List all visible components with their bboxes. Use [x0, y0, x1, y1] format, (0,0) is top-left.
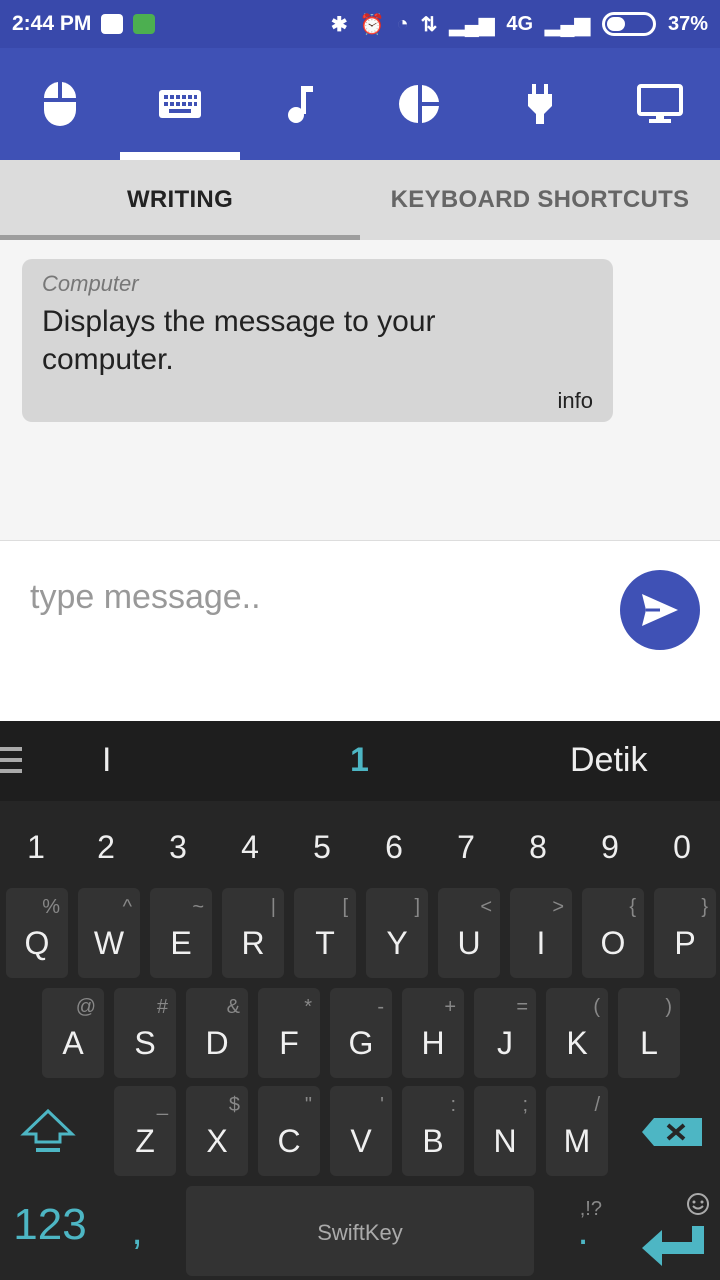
battery-percent: 37% [667, 12, 708, 35]
monitor-icon [637, 84, 683, 123]
key-x[interactable]: $ X [186, 1086, 248, 1176]
key-j[interactable]: = J [474, 988, 536, 1078]
key-1[interactable]: 1 [6, 829, 66, 866]
key-w[interactable]: ^ W [78, 888, 140, 978]
message-info-link[interactable]: info [558, 388, 593, 414]
key-4[interactable]: 4 [220, 829, 280, 866]
key-8[interactable]: 8 [508, 829, 568, 866]
key-e[interactable]: ~ E [150, 888, 212, 978]
signal-icon: ▂▄▆ [449, 13, 495, 36]
message-bubble: Computer Displays the message to your co… [22, 259, 613, 422]
number-row: 1 2 3 4 5 6 7 8 9 0 [0, 801, 720, 881]
plug-icon [528, 84, 552, 124]
space-bar[interactable]: SwiftKey [186, 1186, 534, 1276]
send-button[interactable] [620, 570, 700, 650]
key-n[interactable]: ; N [474, 1086, 536, 1176]
status-bar: 2:44 PM ✱ ⏰ ◔ ⇅ ▂▄▆ 4G ▂▄▆ 37% [0, 0, 720, 48]
tab-screen[interactable] [600, 48, 720, 160]
key-l[interactable]: ) L [618, 988, 680, 1078]
key-q[interactable]: % Q [6, 888, 68, 978]
swiftkey-logo: SwiftKey [317, 1220, 403, 1245]
message-input[interactable] [30, 573, 590, 621]
key-f[interactable]: * F [258, 988, 320, 1078]
key-u[interactable]: < U [438, 888, 500, 978]
status-time: 2:44 PM [12, 12, 92, 35]
key-2[interactable]: 2 [76, 829, 136, 866]
key-9[interactable]: 9 [580, 829, 640, 866]
data-transfer-icon: ⇅ [420, 13, 438, 36]
period-key[interactable]: ,!? . [550, 1186, 616, 1276]
key-i[interactable]: > I [510, 888, 572, 978]
key-y[interactable]: ] Y [366, 888, 428, 978]
key-z[interactable]: _ Z [114, 1086, 176, 1176]
send-icon [642, 594, 678, 626]
key-d[interactable]: & D [186, 988, 248, 1078]
tab-music[interactable] [240, 48, 360, 160]
emoji-icon [687, 1193, 709, 1215]
bluetooth-icon: ✱ [330, 13, 348, 36]
tab-keyboard-shortcuts[interactable]: KEYBOARD SHORTCUTS [360, 160, 720, 240]
key-7[interactable]: 7 [436, 829, 496, 866]
key-3[interactable]: 3 [148, 829, 208, 866]
key-a[interactable]: @ A [42, 988, 104, 1078]
android-notification-icon [133, 14, 156, 34]
suggestion-center[interactable]: 1 [350, 741, 369, 780]
suggestion-right[interactable]: Detik [570, 741, 647, 780]
enter-key[interactable] [630, 1186, 714, 1276]
key-k[interactable]: (K [546, 988, 608, 1078]
tab-power[interactable] [480, 48, 600, 160]
message-list: Computer Displays the message to your co… [0, 240, 720, 540]
key-c[interactable]: " C [258, 1086, 320, 1176]
tab-presentation[interactable] [360, 48, 480, 160]
mouse-icon [43, 82, 77, 126]
key-m[interactable]: / M [546, 1086, 608, 1176]
message-text: Displays the message to your computer. [42, 305, 436, 376]
key-5[interactable]: 5 [292, 829, 352, 866]
key-v[interactable]: ' V [330, 1086, 392, 1176]
key-o[interactable]: {O [582, 888, 644, 978]
key-r[interactable]: | R [222, 888, 284, 978]
suggestion-bar: I 1 Detik [0, 721, 720, 801]
keyboard-menu-icon[interactable] [0, 747, 22, 773]
pie-chart-icon [399, 85, 439, 123]
comma-key[interactable]: , [104, 1186, 170, 1276]
tab-keyboard[interactable] [120, 48, 240, 160]
network-type: 4G [506, 12, 534, 35]
symbols-key[interactable]: 123 [0, 1186, 100, 1276]
key-p[interactable]: } P [654, 888, 716, 978]
key-b[interactable]: :B [402, 1086, 464, 1176]
key-0[interactable]: 0 [652, 829, 712, 866]
key-g[interactable]: -G [330, 988, 392, 1078]
shift-key[interactable] [6, 1086, 88, 1176]
alarm-icon: ⏰ [359, 13, 385, 36]
tab-writing[interactable]: WRITING [0, 160, 360, 240]
enter-icon [642, 1226, 704, 1266]
signal-icon-2: ▂▄▆ [545, 13, 590, 36]
keyboard-icon [159, 90, 201, 118]
message-sender: Computer [42, 271, 139, 296]
backspace-icon [642, 1118, 702, 1146]
bbm-notification-icon [101, 14, 124, 34]
music-icon [288, 86, 313, 123]
sub-tab-bar: WRITING KEYBOARD SHORTCUTS [0, 160, 720, 240]
key-h[interactable]: + H [402, 988, 464, 1078]
wifi-icon: ◔ [396, 12, 409, 35]
battery-icon [601, 12, 656, 36]
swiftkey-keyboard: I 1 Detik 1 2 3 4 5 6 7 8 9 0 % Q ^ W ~ E |… [0, 721, 720, 1280]
mode-tab-bar [0, 48, 720, 160]
key-6[interactable]: 6 [364, 829, 424, 866]
tab-mouse[interactable] [0, 48, 120, 160]
shift-icon [20, 1108, 76, 1152]
compose-area [0, 540, 720, 721]
suggestion-left[interactable]: I [102, 741, 111, 780]
key-t[interactable]: [T [294, 888, 356, 978]
key-s[interactable]: # S [114, 988, 176, 1078]
backspace-key[interactable] [630, 1086, 714, 1176]
